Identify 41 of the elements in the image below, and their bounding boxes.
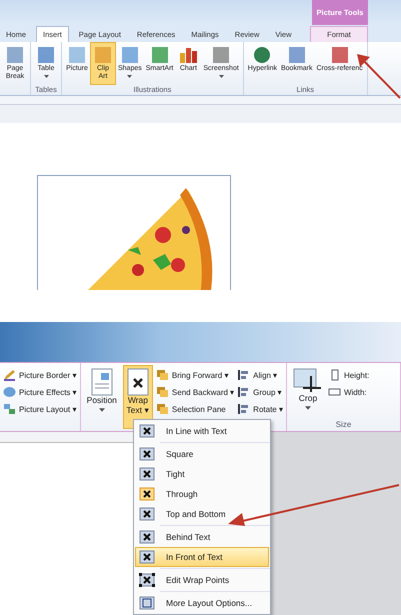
group-label: Size: [334, 420, 352, 429]
align-icon: [237, 403, 250, 415]
menu-item[interactable]: Top and Bottom: [135, 504, 269, 524]
ribbon-icon: [177, 45, 200, 65]
crop-icon: [292, 368, 323, 394]
bubble-icon: [3, 386, 16, 398]
layout-icon: [3, 403, 16, 415]
menu-item[interactable]: Through: [135, 484, 269, 504]
ribbon-button[interactable]: Picture Layout ▾: [3, 402, 77, 416]
ribbon-icon: [35, 45, 57, 65]
wrap-text-icon: [126, 368, 150, 396]
align-icon: [237, 369, 250, 381]
page-picture-icon: [90, 368, 114, 396]
crop-button[interactable]: Crop: [290, 365, 326, 420]
ribbon-icon: [4, 45, 26, 65]
ribbon-button[interactable]: Group ▾: [237, 385, 283, 399]
layers-icon: [156, 403, 169, 415]
ribbon-button[interactable]: Selection Pane: [156, 402, 234, 416]
ribbon-button[interactable]: Align ▾: [237, 368, 283, 382]
wrap-text-button[interactable]: Wrap Text ▾: [122, 365, 153, 429]
layers-icon: [156, 369, 169, 381]
pencil-icon: [3, 369, 16, 381]
width-icon: [328, 386, 341, 398]
ribbon-icon: [92, 45, 114, 65]
width-label: Width:: [328, 385, 370, 399]
ribbon-button[interactable]: Rotate ▾: [237, 402, 283, 416]
menu-item[interactable]: More Layout Options...: [135, 593, 269, 613]
ribbon-button[interactable]: Picture Effects ▾: [3, 385, 77, 399]
menu-item[interactable]: Tight: [135, 464, 269, 484]
layers-icon: [156, 386, 169, 398]
menu-item[interactable]: In Front of Text: [135, 547, 269, 567]
ribbon-button[interactable]: Picture Border ▾: [3, 368, 77, 382]
ribbon-button[interactable]: Send Backward ▾: [156, 385, 234, 399]
position-button[interactable]: Position: [84, 365, 120, 429]
align-icon: [237, 386, 250, 398]
height-label: Height:: [328, 368, 370, 382]
ribbon-icon: [66, 45, 88, 65]
menu-item[interactable]: Behind Text: [135, 527, 269, 547]
menu-item[interactable]: Edit Wrap Points: [135, 570, 269, 590]
menu-item[interactable]: Square: [135, 444, 269, 464]
ribbon-button[interactable]: Bring Forward ▾: [156, 368, 234, 382]
